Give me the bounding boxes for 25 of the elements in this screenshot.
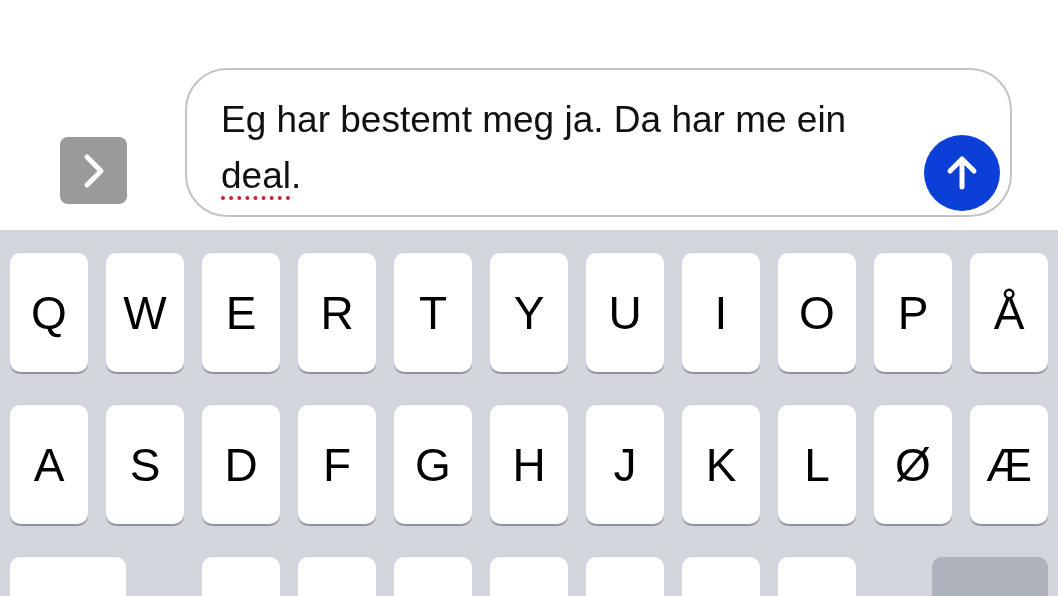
key[interactable]: H bbox=[490, 405, 568, 524]
key[interactable]: Y bbox=[490, 253, 568, 372]
key[interactable]: D bbox=[202, 405, 280, 524]
key[interactable]: K bbox=[682, 405, 760, 524]
key[interactable]: S bbox=[106, 405, 184, 524]
key[interactable]: Å bbox=[970, 253, 1048, 372]
key[interactable]: R bbox=[298, 253, 376, 372]
key[interactable]: Q bbox=[10, 253, 88, 372]
key[interactable]: Æ bbox=[970, 405, 1048, 524]
key[interactable]: T bbox=[394, 253, 472, 372]
key[interactable]: A bbox=[10, 405, 88, 524]
key[interactable]: P bbox=[874, 253, 952, 372]
key[interactable]: E bbox=[202, 253, 280, 372]
key[interactable]: L bbox=[778, 405, 856, 524]
key[interactable]: O bbox=[778, 253, 856, 372]
key[interactable]: W bbox=[106, 253, 184, 372]
key[interactable]: G bbox=[394, 405, 472, 524]
key[interactable]: U bbox=[586, 253, 664, 372]
message-field[interactable]: Eg har bestemt meg ja. Da har me ein deal. bbox=[185, 68, 1012, 217]
key[interactable]: I bbox=[682, 253, 760, 372]
key[interactable]: J bbox=[586, 405, 664, 524]
key[interactable]: Ø bbox=[874, 405, 952, 524]
key[interactable]: F bbox=[298, 405, 376, 524]
message-text: Eg har bestemt meg ja. Da har me ein deal. bbox=[221, 98, 848, 198]
expand-button[interactable] bbox=[60, 137, 127, 204]
